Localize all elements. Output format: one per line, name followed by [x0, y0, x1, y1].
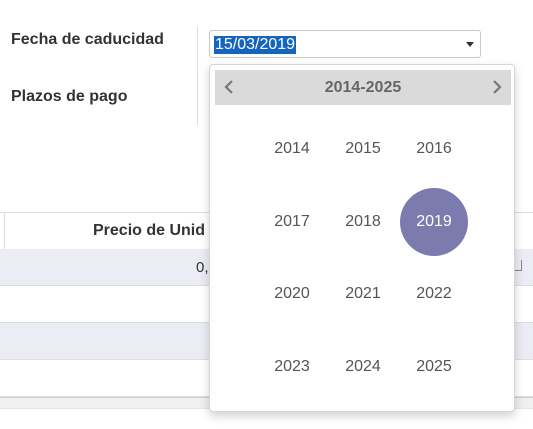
year-range-title[interactable]: 2014-2025	[215, 79, 511, 97]
year-2018[interactable]: 2018	[329, 188, 397, 256]
year-2023[interactable]: 2023	[258, 333, 326, 401]
chevron-down-icon[interactable]	[466, 42, 474, 47]
year-2025[interactable]: 2025	[400, 333, 468, 401]
form-divider	[197, 27, 198, 125]
year-2020[interactable]: 2020	[258, 260, 326, 328]
year-2015[interactable]: 2015	[329, 115, 397, 183]
year-2016[interactable]: 2016	[400, 115, 468, 183]
payment-terms-label: Plazos de pago	[11, 88, 128, 105]
expiry-date-value[interactable]: 15/03/2019	[214, 36, 297, 54]
column-divider	[4, 213, 5, 249]
unit-price-cell[interactable]: 0,	[196, 259, 209, 276]
year-2019-selected[interactable]: 2019	[400, 188, 468, 256]
expiry-date-input[interactable]: 15/03/2019	[209, 30, 481, 58]
year-2017[interactable]: 2017	[258, 188, 326, 256]
year-2024[interactable]: 2024	[329, 333, 397, 401]
expiry-date-label: Fecha de caducidad	[11, 31, 164, 48]
year-2021[interactable]: 2021	[329, 260, 397, 328]
chevron-right-icon[interactable]	[487, 77, 507, 97]
year-2022[interactable]: 2022	[400, 260, 468, 328]
year-2014[interactable]: 2014	[258, 115, 326, 183]
year-picker-popup: 2014-2025 2014 2015 2016 2017 2018 2019 …	[209, 64, 515, 412]
year-picker-header: 2014-2025	[215, 70, 511, 105]
column-header-unit-price[interactable]: Precio de Unid	[93, 222, 205, 240]
